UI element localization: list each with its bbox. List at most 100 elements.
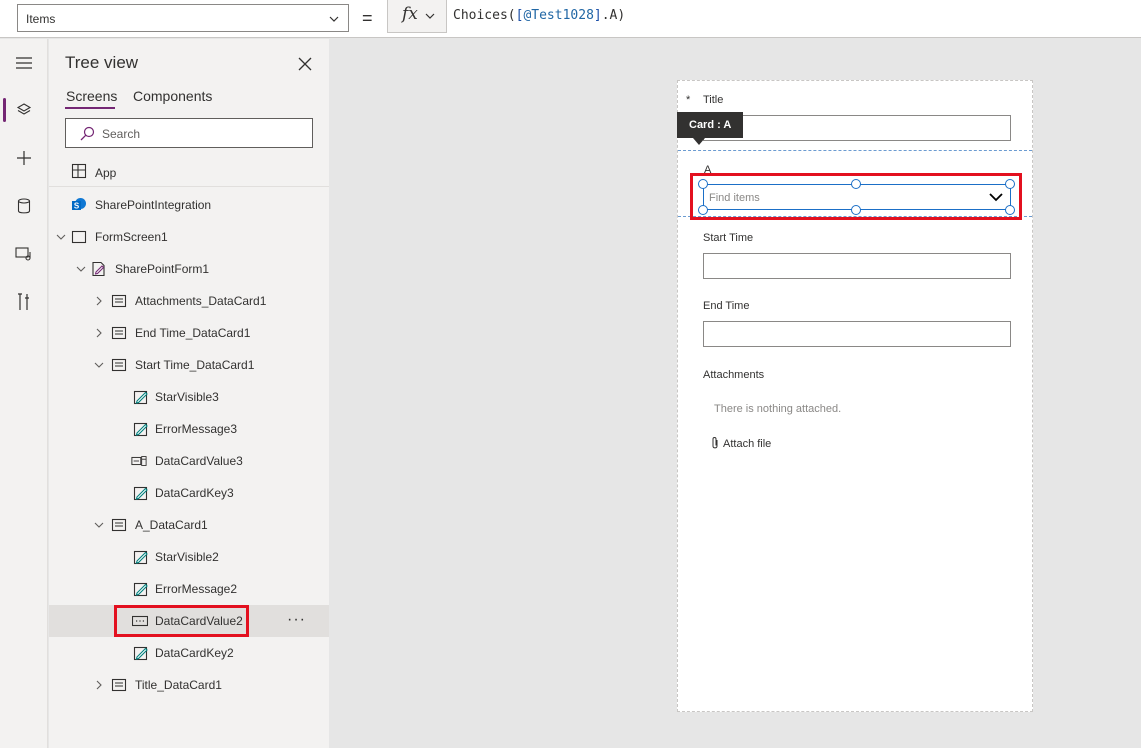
tree-item-label: StarVisible3 — [155, 390, 219, 404]
active-tab-indicator — [65, 107, 115, 109]
card-icon — [111, 678, 127, 692]
tab-screens[interactable]: Screens — [66, 88, 117, 104]
tree-item-label: App — [95, 166, 117, 180]
tree-item-label: Title_DataCard1 — [135, 678, 222, 692]
start-time-label: Start Time — [703, 232, 754, 244]
chevron-down-icon[interactable] — [93, 519, 105, 531]
tree-item-a-datacard1[interactable]: A_DataCard1 — [49, 509, 329, 541]
datepicker-icon — [131, 456, 147, 466]
formula-bar: Items = fx Choices([@Test1028].A) — [0, 0, 1141, 38]
tab-components[interactable]: Components — [133, 88, 212, 104]
formula-function: Choices( — [453, 8, 516, 23]
database-icon — [17, 198, 31, 214]
tree-item-datacardkey2[interactable]: DataCardKey2 — [49, 637, 329, 669]
tree-item-end-time-datacard1[interactable]: End Time_DataCard1 — [49, 317, 329, 349]
screen-icon — [71, 230, 87, 244]
chevron-down-icon[interactable] — [55, 231, 67, 243]
edit-label-icon — [133, 486, 148, 501]
svg-text:S: S — [74, 202, 80, 211]
tree-item-errormessage3[interactable]: ErrorMessage3 — [49, 413, 329, 445]
attachments-label: Attachments — [703, 369, 765, 381]
end-time-input[interactable] — [703, 321, 1011, 347]
chevron-right-icon[interactable] — [93, 295, 105, 307]
tree-item-starvisible2[interactable]: StarVisible2 — [49, 541, 329, 573]
more-options-icon[interactable]: ··· — [287, 611, 306, 629]
tree-item-label: End Time_DataCard1 — [135, 326, 251, 340]
tree-item-sharepointintegration[interactable]: S SharePointIntegration — [49, 189, 329, 221]
no-attachments-text: There is nothing attached. — [714, 403, 842, 415]
formula-input[interactable]: Choices([@Test1028].A) — [453, 8, 625, 23]
formula-bracket-close: ] — [593, 8, 602, 23]
tree-item-errormessage2[interactable]: ErrorMessage2 — [49, 573, 329, 605]
tree-item-label: Attachments_DataCard1 — [135, 294, 267, 308]
left-rail — [0, 39, 48, 748]
end-time-label: End Time — [703, 300, 750, 312]
card-icon — [111, 294, 127, 308]
tree-item-start-time-datacard1[interactable]: Start Time_DataCard1 — [49, 349, 329, 381]
chevron-right-icon[interactable] — [93, 679, 105, 691]
tree-item-app[interactable]: App — [49, 157, 329, 187]
tree-item-title-datacard1[interactable]: Title_DataCard1 — [49, 669, 329, 701]
plus-icon — [17, 151, 31, 165]
tree-item-sharepointform1[interactable]: SharePointForm1 — [49, 253, 329, 285]
fx-icon: fx — [402, 4, 418, 24]
card-tooltip: Card : A — [677, 112, 743, 145]
search-input[interactable]: Search — [65, 118, 313, 148]
fx-button[interactable]: fx — [387, 0, 447, 33]
tree-item-attachments-datacard1[interactable]: Attachments_DataCard1 — [49, 285, 329, 317]
paperclip-icon — [712, 437, 718, 449]
app-icon — [71, 163, 87, 179]
card-icon — [111, 358, 127, 372]
tree-item-starvisible3[interactable]: StarVisible3 — [49, 381, 329, 413]
tree-item-label: FormScreen1 — [95, 230, 168, 244]
edit-label-icon — [133, 422, 148, 437]
form-icon — [92, 261, 105, 277]
highlight-box — [114, 605, 249, 637]
media-button[interactable] — [0, 234, 48, 274]
required-star: * — [686, 94, 691, 106]
tree-item-label: StarVisible2 — [155, 550, 219, 564]
property-dropdown[interactable]: Items — [17, 4, 349, 32]
insert-button[interactable] — [0, 138, 48, 178]
media-icon — [15, 247, 31, 261]
edit-label-icon — [133, 646, 148, 661]
tree-item-datacardvalue3[interactable]: DataCardValue3 — [49, 445, 329, 477]
hamburger-icon — [16, 57, 32, 69]
edit-label-icon — [133, 582, 148, 597]
tree-item-label: A_DataCard1 — [135, 518, 208, 532]
tools-icon — [18, 293, 29, 310]
tree-view-button[interactable] — [0, 90, 48, 130]
layers-icon — [16, 103, 32, 115]
search-placeholder: Search — [102, 127, 141, 141]
tree-item-label: SharePointIntegration — [95, 198, 212, 212]
card-icon — [111, 326, 127, 340]
tree-item-label: DataCardKey3 — [155, 486, 234, 500]
equals-sign: = — [362, 8, 373, 28]
tree-view-title: Tree view — [65, 53, 139, 72]
chevron-down-icon[interactable] — [75, 263, 87, 275]
highlight-box — [690, 173, 1022, 220]
sharepoint-icon: S — [72, 198, 86, 211]
search-icon — [80, 126, 95, 141]
tree-item-datacardvalue2[interactable]: DataCardValue2 ··· — [49, 605, 329, 637]
tree-item-label: ErrorMessage2 — [155, 582, 238, 596]
tree-item-formscreen1[interactable]: FormScreen1 — [49, 221, 329, 253]
close-icon[interactable] — [294, 53, 316, 75]
tooltip-text: Card : A — [689, 119, 732, 131]
hamburger-menu-button[interactable] — [0, 43, 48, 83]
chevron-down-icon[interactable] — [93, 359, 105, 371]
chevron-right-icon[interactable] — [93, 327, 105, 339]
tree-item-datacardkey3[interactable]: DataCardKey3 — [49, 477, 329, 509]
start-time-input[interactable] — [703, 253, 1011, 279]
tree-view-pane: Tree view Screens Components Search App … — [49, 39, 329, 748]
data-button[interactable] — [0, 186, 48, 226]
title-input[interactable] — [703, 115, 1011, 141]
tree-item-label: ErrorMessage3 — [155, 422, 238, 436]
title-label: Title — [703, 94, 724, 106]
tree-item-label: Start Time_DataCard1 — [135, 358, 255, 372]
advanced-tools-button[interactable] — [0, 282, 48, 322]
chevron-down-icon — [329, 16, 339, 22]
edit-label-icon — [133, 550, 148, 565]
tree-item-label: DataCardValue3 — [155, 454, 243, 468]
property-value: Items — [26, 12, 56, 26]
